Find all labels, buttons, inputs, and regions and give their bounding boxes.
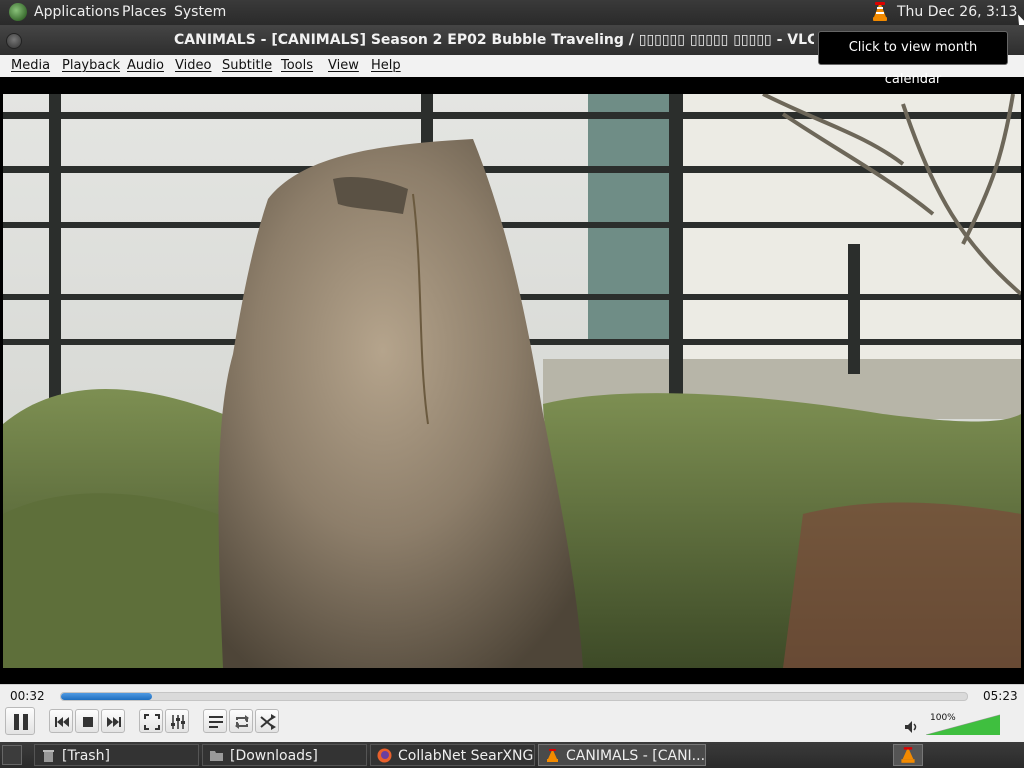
vlc-icon [901,747,915,763]
speaker-icon[interactable] [904,720,918,734]
taskbar-item-label: CollabNet SearXNG... [398,748,535,764]
menu-help[interactable]: Help [371,55,401,77]
seek-progress [61,693,152,700]
skip-next-icon [107,717,121,727]
calendar-tooltip: Click to view month calendar [818,31,1008,87]
stop-icon [83,717,93,727]
taskbar-item-trash[interactable]: [Trash] [34,744,199,766]
next-button[interactable] [101,709,125,733]
firefox-icon [377,748,392,763]
taskbar-item-label: CANIMALS - [CANI... [566,748,706,764]
loop-button[interactable] [229,709,253,733]
tray-vlc-button[interactable] [893,744,923,766]
taskbar-item-firefox[interactable]: CollabNet SearXNG... [370,744,535,766]
seek-slider[interactable] [60,692,968,701]
places-menu[interactable]: Places [122,0,167,25]
system-menu[interactable]: System [174,0,226,25]
stop-button[interactable] [75,709,99,733]
extended-settings-button[interactable] [165,709,189,733]
playlist-icon [209,716,223,728]
taskbar-item-downloads[interactable]: [Downloads] [202,744,367,766]
menu-tools[interactable]: Tools [281,55,313,77]
video-area[interactable] [0,77,1024,684]
video-frame[interactable] [3,94,1021,668]
vlc-tray-icon[interactable] [869,1,891,23]
trash-icon [43,750,54,762]
elapsed-time: 00:32 [10,689,45,703]
show-desktop-button[interactable] [2,745,22,765]
playlist-button[interactable] [203,709,227,733]
menu-media[interactable]: Media [11,55,50,77]
folder-icon [210,751,223,761]
menu-playback[interactable]: Playback [62,55,120,77]
pause-button[interactable] [5,707,35,735]
extended-settings-icon [171,715,185,729]
player-controls: 00:32 05:23 100% [0,684,1024,743]
previous-button[interactable] [49,709,73,733]
menu-subtitle[interactable]: Subtitle [222,55,272,77]
top-panel: Applications Places System Thu Dec 26, 3… [0,0,1024,45]
distro-logo-icon[interactable] [9,3,27,21]
skip-previous-icon [55,717,69,727]
total-time[interactable]: 05:23 [983,689,1018,703]
taskbar-item-label: [Downloads] [230,748,318,764]
taskbar-item-label: [Trash] [62,748,110,764]
taskbar: [Trash] [Downloads] CollabNet SearXNG...… [0,742,1024,768]
menu-video[interactable]: Video [175,55,211,77]
shuffle-button[interactable] [255,709,279,733]
window-title: CANIMALS - [CANIMALS] Season 2 EP02 Bubb… [174,32,814,48]
fullscreen-button[interactable] [139,709,163,733]
window-menu-button[interactable] [6,33,22,49]
applications-menu[interactable]: Applications [34,0,120,25]
pause-icon [14,714,28,730]
volume-percent: 100% [930,713,956,723]
vlc-icon [547,749,558,762]
fullscreen-icon [144,714,160,730]
taskbar-item-vlc[interactable]: CANIMALS - [CANI... [538,744,706,766]
loop-icon [235,715,249,729]
menu-audio[interactable]: Audio [127,55,164,77]
menu-view[interactable]: View [328,55,359,77]
clock[interactable]: Thu Dec 26, 3:13 PM [897,0,1024,45]
shuffle-icon [260,714,276,730]
